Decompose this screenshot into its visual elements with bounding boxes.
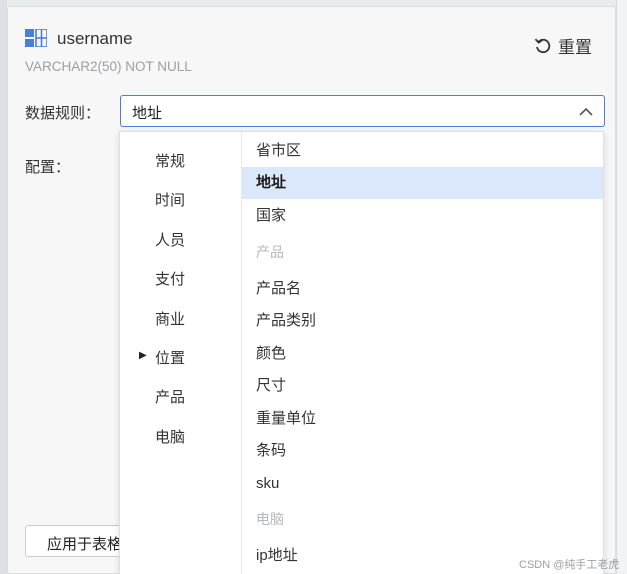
reset-button[interactable]: 重置: [534, 33, 592, 58]
category-list: 常规 时间 人员 支付 商业 ▶ 位置 产品 电脑: [120, 132, 242, 574]
data-rule-value: 地址: [132, 105, 163, 122]
option-list: 省市区 地址 国家 产品 产品名 产品类别 颜色 尺寸 重量单位 条码 sku …: [242, 132, 603, 574]
chevron-up-icon: [579, 107, 593, 116]
data-rule-label: 数据规则：: [25, 105, 101, 122]
option-item[interactable]: 国家: [242, 200, 603, 232]
config-label: 配置：: [25, 159, 71, 176]
option-group-header: 电脑: [256, 511, 284, 527]
option-item[interactable]: 颜色: [242, 338, 603, 370]
category-item[interactable]: 商业: [155, 308, 185, 329]
data-rule-select[interactable]: 地址: [120, 95, 605, 127]
option-item[interactable]: 条码: [242, 435, 603, 467]
category-item-active[interactable]: 位置: [155, 347, 185, 368]
table-column-icon: [25, 29, 47, 47]
category-item[interactable]: 人员: [155, 229, 185, 250]
option-item[interactable]: sku: [242, 468, 603, 500]
watermark: CSDN @纯手工老虎: [519, 559, 620, 571]
background-left: [0, 0, 7, 574]
option-item-selected[interactable]: 地址: [242, 167, 603, 199]
category-item[interactable]: 支付: [155, 268, 185, 289]
category-item[interactable]: 产品: [155, 386, 185, 407]
option-item[interactable]: 尺寸: [242, 370, 603, 402]
reset-label: 重置: [558, 38, 592, 57]
rule-dropdown: 常规 时间 人员 支付 商业 ▶ 位置 产品 电脑 省市区 地址 国家 产品 产…: [119, 131, 604, 574]
category-item[interactable]: 时间: [155, 189, 185, 210]
category-item[interactable]: 电脑: [155, 426, 185, 447]
option-item[interactable]: 重量单位: [242, 403, 603, 435]
caret-right-icon: ▶: [139, 350, 147, 361]
option-group-header: 产品: [256, 244, 284, 260]
column-name: username: [57, 29, 133, 48]
column-type: VARCHAR2(50) NOT NULL: [25, 59, 192, 74]
option-item[interactable]: 产品类别: [242, 305, 603, 337]
option-item[interactable]: 省市区: [242, 135, 603, 167]
reset-icon: [534, 38, 551, 53]
category-item[interactable]: 常规: [155, 150, 185, 171]
option-item[interactable]: 产品名: [242, 273, 603, 305]
background-right: [616, 0, 627, 574]
